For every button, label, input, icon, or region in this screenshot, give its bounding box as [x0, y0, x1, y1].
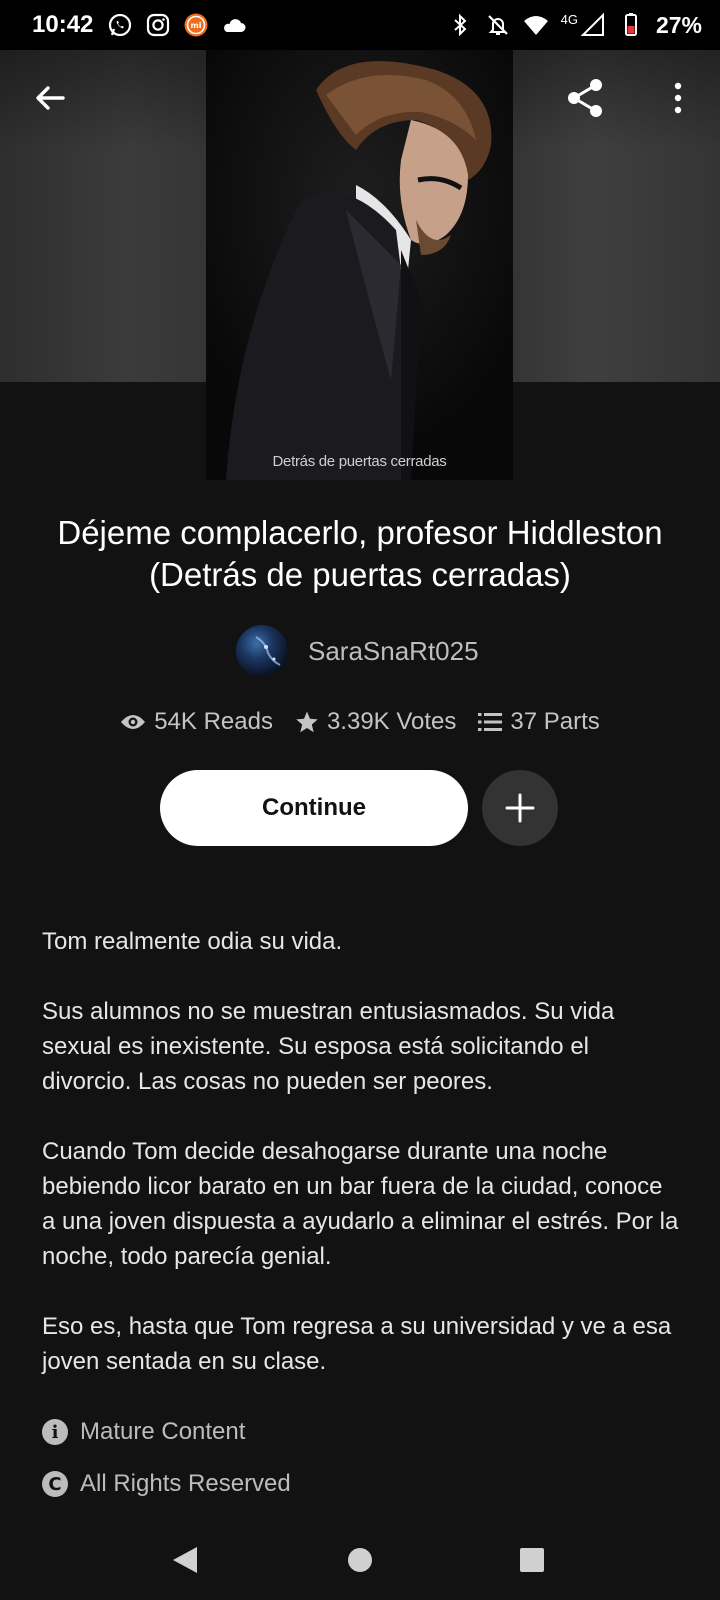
- eye-icon: [121, 715, 146, 729]
- author-link[interactable]: SaraSnaRt025: [236, 624, 479, 678]
- share-button[interactable]: [560, 72, 612, 124]
- toolbar: [0, 50, 720, 146]
- battery-percent: 27%: [655, 11, 702, 38]
- instagram-icon: [147, 13, 170, 37]
- cover-caption: Detrás de puertas cerradas: [272, 453, 447, 470]
- copyright-tag: C All Rights Reserved: [42, 1470, 291, 1498]
- description-paragraph: Eso es, hasta que Tom regresa a su unive…: [42, 1313, 672, 1375]
- square-recents-icon: [520, 1548, 544, 1572]
- add-to-library-button[interactable]: [482, 770, 558, 846]
- star-icon: [296, 711, 318, 733]
- nav-recents-button[interactable]: [512, 1540, 552, 1580]
- nav-back-button[interactable]: [165, 1540, 205, 1580]
- system-icons: 4G 27%: [447, 12, 702, 39]
- signal-icon: [580, 12, 604, 36]
- battery-icon: [624, 13, 637, 36]
- author-name: SaraSnaRt025: [308, 635, 479, 666]
- description-paragraph: Cuando Tom decide desahogarse durante un…: [42, 1138, 679, 1270]
- mature-content-label: Mature Content: [80, 1418, 246, 1445]
- cloud-icon: [224, 19, 246, 32]
- whatsapp-icon: [109, 13, 132, 37]
- system-nav-bar: [0, 1516, 720, 1600]
- arrow-left-icon: [36, 86, 65, 110]
- description-paragraph: Tom realmente odia su vida.: [42, 928, 343, 955]
- svg-text:mi: mi: [191, 21, 202, 30]
- votes-count: 3.39K Votes: [326, 708, 457, 735]
- more-vertical-icon: [674, 82, 682, 114]
- copyright-icon: C: [42, 1471, 68, 1497]
- info-icon: i: [42, 1419, 68, 1445]
- mute-icon: [487, 15, 508, 35]
- circle-home-icon: [348, 1548, 372, 1572]
- story-details-screen: 10:42 mi 4G 27% Detrás de puertas cerrad…: [0, 0, 720, 1600]
- more-options-button[interactable]: [652, 72, 704, 124]
- story-description: Tom realmente odia su vida. Sus alumnos …: [42, 924, 682, 1414]
- wifi-icon: [523, 16, 548, 35]
- story-stats: 54K Reads 3.39K Votes 37 Parts: [0, 708, 720, 736]
- bluetooth-icon: [453, 13, 467, 37]
- triangle-back-icon: [173, 1547, 197, 1573]
- mi-icon: mi: [184, 13, 208, 37]
- reads-stat: 54K Reads: [120, 708, 273, 736]
- parts-stat: 37 Parts: [478, 708, 600, 736]
- story-title: Déjeme complacerlo, profesor Hiddleston …: [57, 514, 663, 593]
- continue-button[interactable]: Continue: [160, 770, 468, 846]
- parts-count: 37 Parts: [510, 708, 600, 735]
- reads-count: 54K Reads: [154, 708, 273, 735]
- description-paragraph: Sus alumnos no se muestran entusiasmados…: [42, 998, 615, 1095]
- mature-content-tag: i Mature Content: [42, 1418, 245, 1446]
- nav-home-button[interactable]: [340, 1540, 380, 1580]
- avatar: [236, 625, 288, 677]
- votes-stat: 3.39K Votes: [295, 708, 456, 736]
- list-icon: [478, 713, 503, 731]
- status-time: 10:42: [32, 11, 94, 38]
- share-icon: [568, 79, 602, 117]
- status-bar: 10:42 mi 4G 27%: [0, 0, 720, 50]
- rights-label: All Rights Reserved: [80, 1470, 291, 1497]
- back-button[interactable]: [24, 72, 76, 124]
- plus-icon: [505, 793, 535, 823]
- notification-icons: mi: [107, 12, 247, 38]
- avatar-image: [255, 636, 281, 666]
- network-type: 4G: [560, 11, 578, 27]
